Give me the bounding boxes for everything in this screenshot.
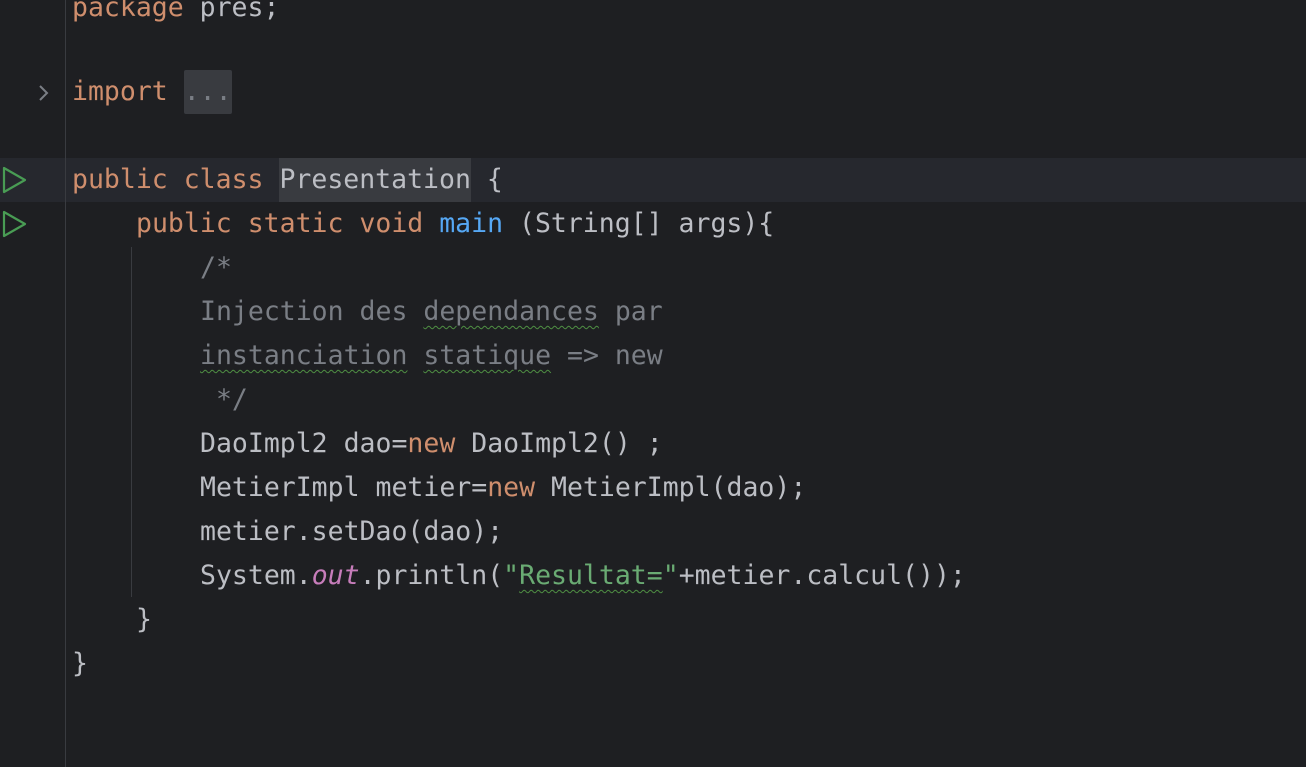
comment-text	[407, 340, 423, 371]
code-line-println[interactable]: System.out.println("Resultat="+metier.ca…	[200, 554, 966, 598]
keyword: import	[72, 76, 168, 107]
comment-text: par	[598, 296, 663, 327]
class-close-brace: }	[72, 648, 88, 679]
keyword: public	[136, 208, 232, 239]
keyword: package	[72, 0, 184, 23]
typo-word: instanciation	[200, 340, 408, 371]
typo-word: dependances	[423, 296, 599, 327]
method-name: main	[439, 208, 504, 239]
chevron-right-icon[interactable]	[36, 82, 52, 104]
code-editor[interactable]: package pres; import ... public class Pr…	[0, 0, 1306, 767]
typo-word: statique	[423, 340, 552, 371]
code-line-dao[interactable]: DaoImpl2 dao=new DaoImpl2() ;	[200, 422, 663, 466]
code-line-metier[interactable]: MetierImpl metier=new MetierImpl(dao);	[200, 466, 806, 510]
keyword: new	[487, 472, 536, 503]
string-quote: "	[662, 560, 679, 591]
code-line-setdao[interactable]: metier.setDao(dao);	[200, 510, 503, 554]
method-call: +metier.calcul());	[678, 560, 966, 591]
class-name[interactable]: Presentation	[279, 158, 471, 202]
code-line-package[interactable]: package pres;	[72, 0, 279, 30]
static-field: out	[311, 560, 360, 591]
comment-line-2: instanciation statique => new	[200, 334, 663, 378]
method-call: .println(	[359, 560, 504, 591]
run-main-icon[interactable]	[2, 210, 28, 238]
code-line-import[interactable]: import ...	[72, 70, 232, 114]
declaration: DaoImpl2 dao=	[200, 428, 408, 459]
keyword: void	[359, 208, 424, 239]
constructor-call: MetierImpl(dao);	[535, 472, 807, 503]
keyword: public	[72, 164, 168, 195]
folded-imports[interactable]: ...	[183, 70, 232, 114]
method-close-brace: }	[136, 604, 152, 635]
string-literal: Resultat=	[519, 560, 663, 591]
comment-text: Injection des	[200, 296, 424, 327]
keyword: new	[407, 428, 456, 459]
keyword: class	[183, 164, 264, 195]
comment-text: => new	[551, 340, 663, 371]
class-ref: System.	[200, 560, 312, 591]
comment-line-1: Injection des dependances par	[200, 290, 663, 334]
gutter-separator	[65, 0, 66, 767]
code-line-class[interactable]: public class Presentation {	[72, 158, 503, 202]
declaration: MetierImpl metier=	[200, 472, 488, 503]
brace: {	[486, 164, 503, 195]
keyword: static	[247, 208, 344, 239]
run-class-icon[interactable]	[2, 166, 28, 194]
comment-open: /*	[200, 252, 232, 283]
constructor-call: DaoImpl2() ;	[455, 428, 663, 459]
indent-guide	[131, 247, 132, 597]
comment-close: */	[200, 384, 248, 415]
package-name: pres;	[183, 0, 280, 23]
code-line-main[interactable]: public static void main (String[] args){	[136, 202, 774, 246]
method-params: (String[] args){	[503, 208, 775, 239]
string-quote: "	[503, 560, 520, 591]
